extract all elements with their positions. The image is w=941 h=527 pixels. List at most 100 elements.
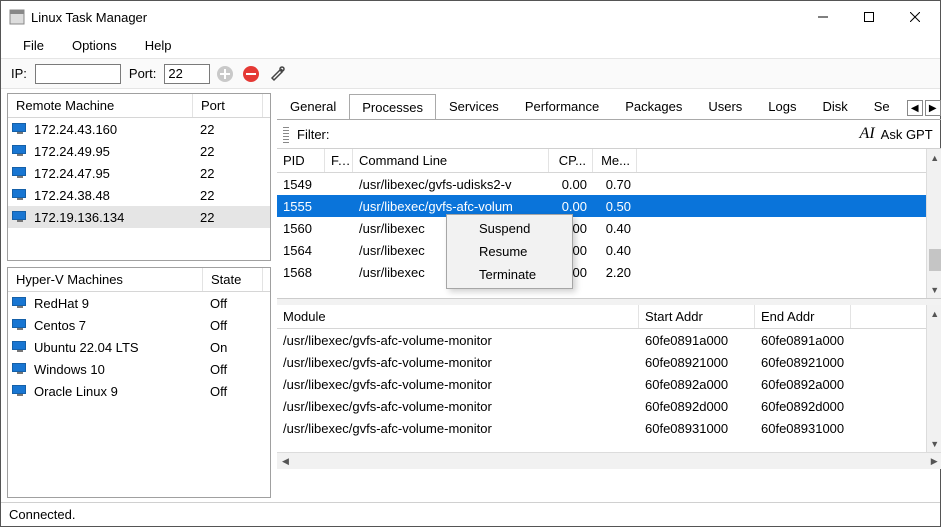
hyperv-row[interactable]: Oracle Linux 9 Off [8, 380, 270, 402]
cell-start: 60fe08931000 [639, 421, 755, 436]
tab-strip: GeneralProcessesServicesPerformancePacka… [277, 93, 941, 120]
module-hscrollbar[interactable]: ◀ ▶ [277, 452, 941, 469]
remote-host: 172.19.136.134 [34, 210, 200, 225]
minimize-button[interactable] [800, 2, 846, 32]
remote-row[interactable]: 172.19.136.134 22 [8, 206, 270, 228]
grip-icon [283, 125, 289, 143]
menu-options[interactable]: Options [58, 36, 131, 55]
tab-scroll-right[interactable]: ▶ [925, 100, 941, 116]
menu-help[interactable]: Help [131, 36, 186, 55]
col-cmd[interactable]: Command Line [353, 149, 549, 172]
menu-file[interactable]: File [9, 36, 58, 55]
module-vscrollbar[interactable]: ▲ ▼ [926, 305, 941, 452]
col-module[interactable]: Module [277, 305, 639, 328]
main-area: Remote Machine Port 172.24.43.160 22 172… [1, 89, 940, 502]
hyperv-row[interactable]: Windows 10 Off [8, 358, 270, 380]
remote-row[interactable]: 172.24.47.95 22 [8, 162, 270, 184]
tab-processes[interactable]: Processes [349, 94, 436, 119]
remote-col-port[interactable]: Port [193, 94, 263, 117]
tab-packages[interactable]: Packages [612, 93, 695, 119]
hyperv-row[interactable]: RedHat 9 Off [8, 292, 270, 314]
ip-label: IP: [7, 66, 31, 81]
hyperv-col-state[interactable]: State [203, 268, 263, 291]
col-start[interactable]: Start Addr [639, 305, 755, 328]
cell-cmd: /usr/libexec/gvfs-udisks2-v [353, 177, 549, 192]
ask-gpt-button[interactable]: AI Ask GPT [860, 125, 937, 143]
remote-row[interactable]: 172.24.49.95 22 [8, 140, 270, 162]
module-grid: Module Start Addr End Addr /usr/libexec/… [277, 305, 941, 469]
module-row[interactable]: /usr/libexec/gvfs-afc-volume-monitor 60f… [277, 351, 926, 373]
filter-label: Filter: [297, 127, 330, 142]
scroll-down-icon[interactable]: ▼ [927, 281, 941, 298]
ctx-suspend[interactable]: Suspend [449, 217, 570, 240]
col-end[interactable]: End Addr [755, 305, 851, 328]
process-row[interactable]: 1560 /usr/libexec 00 0.40 [277, 217, 926, 239]
process-row[interactable]: 1555 /usr/libexec/gvfs-afc-volum 0.00 0.… [277, 195, 926, 217]
port-input[interactable] [164, 64, 210, 84]
ip-input[interactable] [35, 64, 121, 84]
tab-performance[interactable]: Performance [512, 93, 612, 119]
tab-disk[interactable]: Disk [809, 93, 860, 119]
remote-row[interactable]: 172.24.43.160 22 [8, 118, 270, 140]
cell-mem: 0.40 [593, 243, 637, 258]
tab-se[interactable]: Se [861, 93, 903, 119]
remote-col-machine[interactable]: Remote Machine [8, 94, 193, 117]
scroll-up-icon[interactable]: ▲ [927, 305, 941, 322]
cell-module: /usr/libexec/gvfs-afc-volume-monitor [277, 399, 639, 414]
cell-module: /usr/libexec/gvfs-afc-volume-monitor [277, 355, 639, 370]
process-vscrollbar[interactable]: ▲ ▼ [926, 149, 941, 298]
cell-end: 60fe0892a000 [755, 377, 851, 392]
scroll-thumb[interactable] [929, 249, 941, 271]
add-connection-button[interactable] [214, 63, 236, 85]
process-row[interactable]: 1549 /usr/libexec/gvfs-udisks2-v 0.00 0.… [277, 173, 926, 195]
col-f[interactable]: F... [325, 149, 353, 172]
hyperv-state: On [210, 340, 227, 355]
settings-button[interactable] [266, 63, 288, 85]
tab-services[interactable]: Services [436, 93, 512, 119]
module-row[interactable]: /usr/libexec/gvfs-afc-volume-monitor 60f… [277, 417, 926, 439]
remote-machines-list[interactable]: 172.24.43.160 22 172.24.49.95 22 172.24.… [8, 118, 270, 260]
hyperv-col-machine[interactable]: Hyper-V Machines [8, 268, 203, 291]
hyperv-state: Off [210, 362, 227, 377]
titlebar: Linux Task Manager [1, 1, 940, 33]
process-row[interactable]: 1564 /usr/libexec 00 0.40 [277, 239, 926, 261]
process-rows[interactable]: 1549 /usr/libexec/gvfs-udisks2-v 0.00 0.… [277, 173, 926, 283]
process-row[interactable]: 1568 /usr/libexec 00 2.20 [277, 261, 926, 283]
ctx-resume[interactable]: Resume [449, 240, 570, 263]
status-bar: Connected. [1, 502, 940, 526]
hyperv-name: Centos 7 [34, 318, 210, 333]
col-pid[interactable]: PID [277, 149, 325, 172]
hyperv-row[interactable]: Centos 7 Off [8, 314, 270, 336]
module-row[interactable]: /usr/libexec/gvfs-afc-volume-monitor 60f… [277, 395, 926, 417]
remove-connection-button[interactable] [240, 63, 262, 85]
tabs: GeneralProcessesServicesPerformancePacka… [277, 93, 903, 119]
hyperv-list[interactable]: RedHat 9 Off Centos 7 Off Ubuntu 22.04 L… [8, 292, 270, 497]
maximize-button[interactable] [846, 2, 892, 32]
close-button[interactable] [892, 2, 938, 32]
module-rows[interactable]: /usr/libexec/gvfs-afc-volume-monitor 60f… [277, 329, 926, 439]
scroll-down-icon[interactable]: ▼ [927, 435, 941, 452]
monitor-icon [12, 167, 28, 179]
ctx-terminate[interactable]: Terminate [449, 263, 570, 286]
hyperv-state: Off [210, 296, 227, 311]
remote-row[interactable]: 172.24.38.48 22 [8, 184, 270, 206]
scroll-right-icon[interactable]: ▶ [926, 453, 941, 470]
tab-logs[interactable]: Logs [755, 93, 809, 119]
col-cpu[interactable]: CP... [549, 149, 593, 172]
tab-users[interactable]: Users [695, 93, 755, 119]
col-mem[interactable]: Me... [593, 149, 637, 172]
cell-mem: 0.40 [593, 221, 637, 236]
filter-row: Filter: AI Ask GPT [277, 120, 941, 149]
scroll-up-icon[interactable]: ▲ [927, 149, 941, 166]
connect-toolbar: IP: Port: [1, 59, 940, 89]
cell-end: 60fe08931000 [755, 421, 851, 436]
hyperv-row[interactable]: Ubuntu 22.04 LTS On [8, 336, 270, 358]
scroll-left-icon[interactable]: ◀ [277, 453, 294, 470]
tab-scroll-left[interactable]: ◀ [907, 100, 923, 116]
remote-machines-panel: Remote Machine Port 172.24.43.160 22 172… [7, 93, 271, 261]
tab-general[interactable]: General [277, 93, 349, 119]
module-row[interactable]: /usr/libexec/gvfs-afc-volume-monitor 60f… [277, 329, 926, 351]
module-row[interactable]: /usr/libexec/gvfs-afc-volume-monitor 60f… [277, 373, 926, 395]
ai-icon: AI [860, 125, 875, 143]
cell-module: /usr/libexec/gvfs-afc-volume-monitor [277, 421, 639, 436]
